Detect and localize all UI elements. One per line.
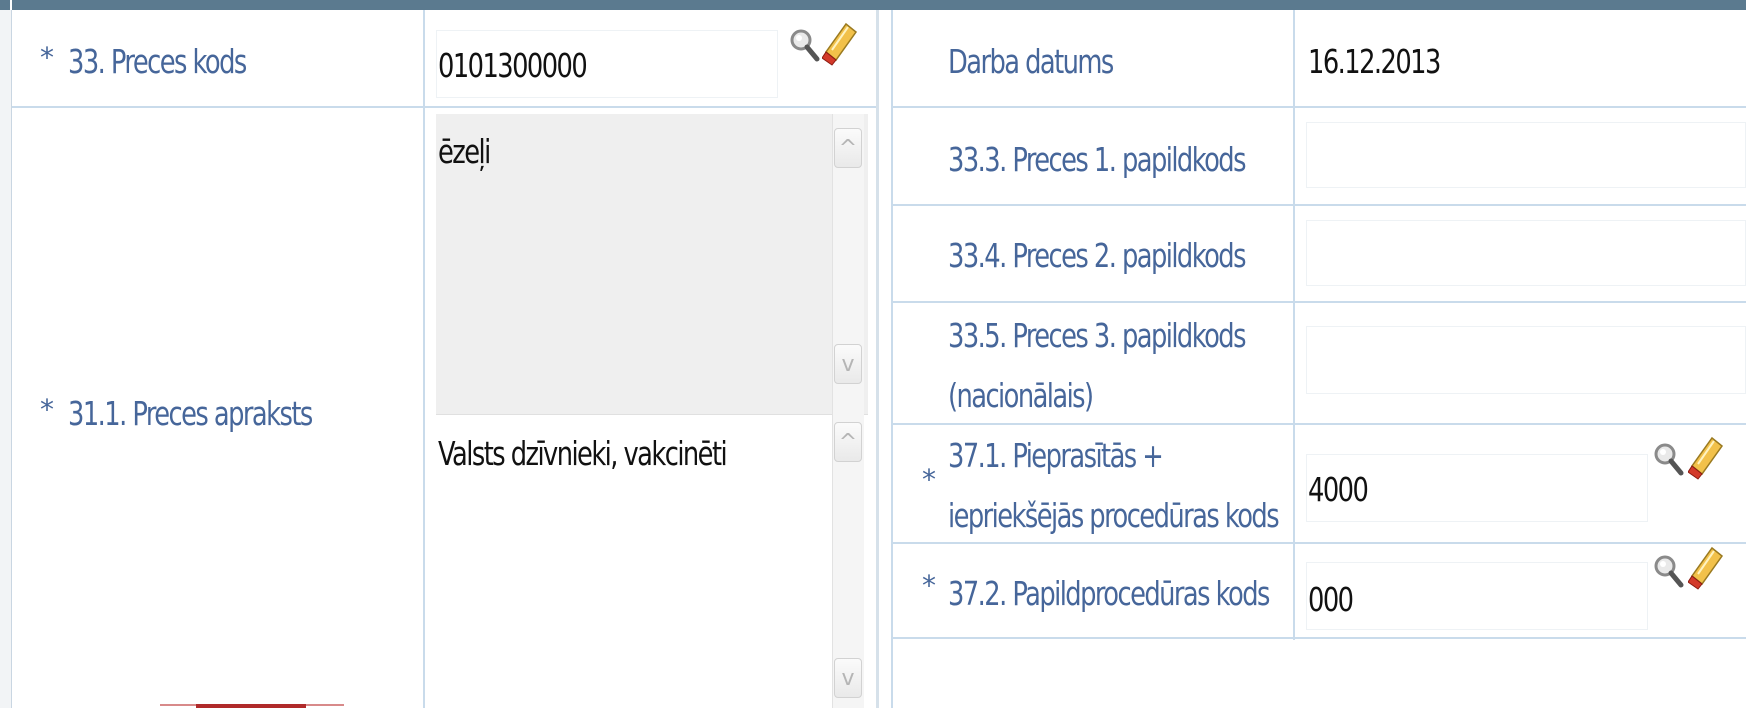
search-icon-2[interactable] <box>1652 440 1684 480</box>
required-marker-2: * <box>40 393 54 426</box>
search-icon[interactable] <box>788 26 820 66</box>
scroll-down-button-2[interactable]: v <box>834 658 862 698</box>
scroll-up-button-2[interactable]: ^ <box>834 422 862 462</box>
additional-code-2-label: 33.4. Preces 2. papildkods <box>948 236 1247 275</box>
eraser-icon[interactable] <box>822 22 858 66</box>
panel-divider <box>876 10 879 708</box>
row-divider-r5 <box>893 542 1746 544</box>
additional-procedure-input[interactable] <box>1306 562 1648 630</box>
eraser-icon-3[interactable] <box>1688 546 1724 590</box>
left-margin <box>0 10 12 708</box>
procedure-code-value: 4000 <box>1308 470 1369 509</box>
procedure-code-label-line2: iepriekšējās procedūras kods <box>948 496 1280 535</box>
additional-code-3-input[interactable] <box>1306 326 1746 394</box>
goods-code-label: 33. Preces kods <box>68 42 247 81</box>
additional-procedure-value: 000 <box>1308 580 1354 619</box>
required-marker-3: * <box>922 463 936 496</box>
description-text-2: Valsts dzīvnieki, vakcinēti <box>438 434 728 473</box>
row-divider-r1 <box>893 106 1746 108</box>
additional-code-2-input[interactable] <box>1306 220 1746 286</box>
scroll-down-button-1[interactable]: v <box>834 344 862 384</box>
panel-divider-2 <box>891 10 893 708</box>
col-divider-2 <box>1293 10 1295 640</box>
additional-code-1-label: 33.3. Preces 1. papildkods <box>948 140 1247 179</box>
description-textarea-1[interactable] <box>436 114 868 414</box>
row-divider-r3 <box>893 301 1746 303</box>
row-divider-r4 <box>893 423 1746 425</box>
search-icon-3[interactable] <box>1652 552 1684 592</box>
work-date-label: Darba datums <box>948 42 1114 81</box>
button-edge-accent[interactable] <box>196 704 306 708</box>
row-divider-left <box>12 106 876 108</box>
additional-code-3-label-line1: 33.5. Preces 3. papildkods <box>948 316 1247 355</box>
row-divider-r6 <box>893 637 1746 639</box>
work-date-value: 16.12.2013 <box>1308 42 1441 81</box>
col-divider-1 <box>423 10 425 708</box>
additional-code-3-label-line2: (nacionālais) <box>948 376 1094 415</box>
eraser-icon-2[interactable] <box>1688 436 1724 480</box>
scroll-up-button-1[interactable]: ^ <box>834 128 862 168</box>
header-bar <box>0 0 1746 10</box>
description-label: 31.1. Preces apraksts <box>68 394 313 433</box>
row-divider-r2 <box>893 204 1746 206</box>
additional-procedure-label: 37.2. Papildprocedūras kods <box>948 574 1270 613</box>
goods-code-value: 0101300000 <box>438 46 588 85</box>
description-text-1: ēzeļi <box>438 132 491 171</box>
additional-code-1-input[interactable] <box>1306 122 1746 188</box>
required-marker-4: * <box>922 569 936 602</box>
procedure-code-label-line1: 37.1. Pieprasītās + <box>948 436 1164 475</box>
required-marker: * <box>40 41 54 74</box>
header-marker <box>10 0 12 10</box>
